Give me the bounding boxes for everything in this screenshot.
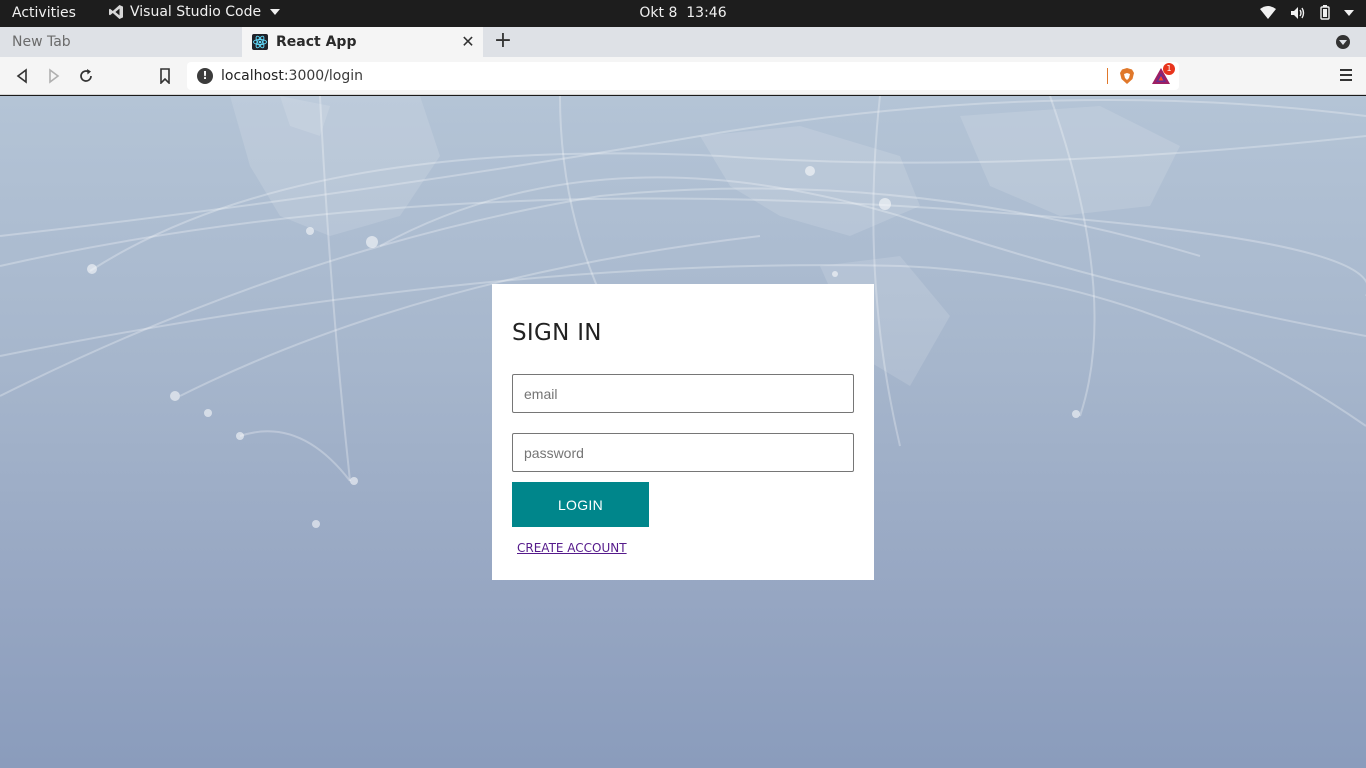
app-name: Visual Studio Code: [130, 4, 262, 20]
system-top-bar: Activities Visual Studio Code Okt 8 13:4…: [0, 0, 1366, 27]
password-field[interactable]: [512, 433, 854, 472]
login-card: SIGN IN LOGIN CREATE ACCOUNT: [492, 284, 874, 580]
reload-icon: [80, 69, 92, 82]
tab-strip: New Tab React App ✕ +: [0, 27, 1366, 57]
back-button[interactable]: [12, 66, 32, 86]
tab-label: React App: [276, 34, 357, 50]
browser-toolbar: ! localhost:3000/login 1: [0, 57, 1366, 95]
address-bar[interactable]: ! localhost:3000/login 1: [187, 62, 1179, 90]
url-path: :3000/login: [283, 68, 364, 84]
hamburger-menu-icon[interactable]: [1340, 69, 1352, 81]
new-tab-button[interactable]: +: [492, 30, 514, 52]
rewards-button[interactable]: 1: [1151, 63, 1175, 85]
tab-new-tab[interactable]: New Tab: [0, 27, 242, 57]
close-icon[interactable]: ✕: [459, 33, 477, 51]
app-menu[interactable]: Visual Studio Code: [108, 4, 281, 20]
chevron-down-icon: [1344, 9, 1354, 16]
activities-button[interactable]: Activities: [12, 5, 76, 21]
tab-react-app[interactable]: React App ✕: [242, 27, 483, 57]
url-host: localhost: [221, 68, 284, 84]
url-text[interactable]: localhost:3000/login: [221, 68, 363, 84]
bookmark-icon: [160, 68, 170, 84]
back-arrow-icon: [16, 68, 27, 84]
email-field[interactable]: [512, 374, 854, 413]
clock-time: 13:46: [686, 5, 727, 21]
rewards-badge: 1: [1163, 63, 1175, 75]
divider: [1107, 68, 1108, 84]
vscode-icon: [109, 5, 123, 19]
system-tray[interactable]: [1260, 5, 1354, 20]
reload-button[interactable]: [76, 66, 96, 86]
page-title: SIGN IN: [512, 320, 602, 346]
battery-icon: [1320, 5, 1330, 20]
bookmark-button[interactable]: [155, 66, 175, 86]
react-icon: [252, 34, 268, 50]
tab-label: New Tab: [12, 34, 71, 50]
create-account-link[interactable]: CREATE ACCOUNT: [517, 541, 627, 555]
forward-button[interactable]: [44, 66, 64, 86]
forward-arrow-icon: [49, 68, 60, 84]
brave-shields-icon[interactable]: [1118, 67, 1136, 85]
login-button[interactable]: LOGIN: [512, 482, 649, 527]
clock-date: Okt 8: [639, 5, 678, 21]
wifi-icon: [1260, 5, 1276, 19]
tab-search-icon[interactable]: [1336, 35, 1350, 49]
chevron-down-icon: [270, 9, 281, 15]
volume-icon: [1291, 6, 1305, 19]
clock-button[interactable]: Okt 8 13:46: [639, 5, 726, 21]
site-info-icon[interactable]: !: [197, 68, 213, 84]
page-background: SIGN IN LOGIN CREATE ACCOUNT: [0, 96, 1366, 768]
